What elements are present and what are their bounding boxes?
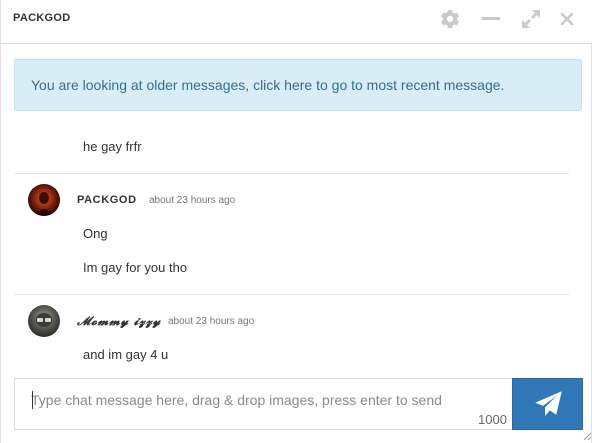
- message-username[interactable]: 𝓜𝓸𝓶𝓶𝔂 𝓲𝔃𝔃𝔂: [77, 314, 161, 329]
- message-text: Ong: [83, 226, 108, 241]
- send-button[interactable]: [512, 378, 583, 430]
- message-timestamp: about 23 hours ago: [149, 195, 236, 206]
- message-username[interactable]: PACKGOD: [77, 194, 137, 206]
- chat-message-input[interactable]: [15, 379, 512, 429]
- character-counter: 1000: [478, 412, 507, 427]
- chat-title: PACKGOD: [13, 12, 71, 24]
- minimize-icon[interactable]: [480, 8, 502, 30]
- paper-plane-icon: [535, 391, 562, 416]
- message-list: he gay frfr PACKGOD about 23 hours ago O…: [1, 120, 592, 375]
- gear-icon[interactable]: [439, 8, 461, 30]
- resize-handle-icon[interactable]: [583, 432, 592, 441]
- message-text: he gay frfr: [83, 139, 142, 154]
- expand-icon[interactable]: [520, 8, 542, 30]
- avatar[interactable]: [28, 184, 60, 216]
- message-text: and im gay 4 u: [83, 347, 169, 362]
- text-caret: [32, 391, 33, 409]
- avatar[interactable]: [28, 305, 60, 337]
- chat-composer: 1000: [14, 378, 583, 430]
- message-divider: [14, 173, 569, 174]
- older-messages-banner[interactable]: You are looking at older messages, click…: [14, 59, 582, 111]
- message-divider: [14, 294, 569, 295]
- message-text: Im gay for you tho: [83, 260, 188, 275]
- message-timestamp: about 23 hours ago: [168, 316, 255, 327]
- close-icon[interactable]: [556, 8, 578, 30]
- chat-header: PACKGOD: [1, 0, 592, 44]
- chat-window: PACKGOD You are looking at older message…: [0, 0, 592, 443]
